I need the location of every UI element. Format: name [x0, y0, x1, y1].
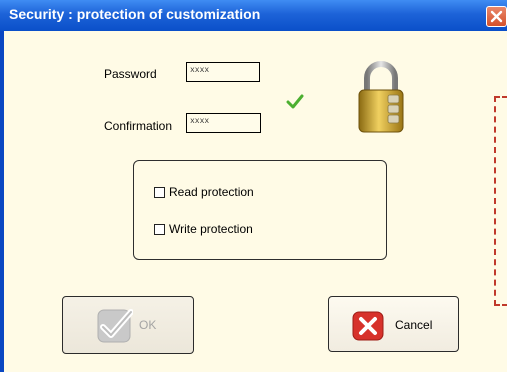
- window-title: Security : protection of customization: [9, 6, 261, 22]
- protection-options-group: Read protection Write protection: [133, 160, 387, 260]
- confirmation-field[interactable]: xxxx: [186, 113, 261, 133]
- cancel-label: Cancel: [395, 318, 433, 332]
- check-icon: [286, 94, 304, 109]
- dashed-panel-border: [494, 96, 507, 306]
- password-label: Password: [104, 67, 157, 81]
- cancel-button[interactable]: Cancel: [328, 296, 459, 352]
- security-dialog: Security : protection of customization P…: [0, 0, 507, 372]
- write-protection-label: Write protection: [169, 222, 253, 236]
- write-protection-option[interactable]: Write protection: [154, 222, 253, 236]
- checkmark-icon: [97, 309, 133, 343]
- read-protection-option[interactable]: Read protection: [154, 185, 254, 199]
- red-x-icon: [352, 311, 384, 341]
- window-border: [0, 31, 4, 372]
- padlock-icon: [358, 61, 404, 133]
- title-bar[interactable]: Security : protection of customization: [0, 0, 507, 31]
- ok-label: OK: [139, 318, 157, 332]
- close-button[interactable]: [486, 6, 507, 27]
- read-protection-label: Read protection: [169, 185, 254, 199]
- confirmation-label: Confirmation: [104, 119, 173, 133]
- read-protection-checkbox[interactable]: [154, 186, 165, 198]
- ok-button[interactable]: OK: [62, 296, 194, 354]
- close-icon: [490, 10, 503, 23]
- write-protection-checkbox[interactable]: [154, 223, 165, 235]
- password-field[interactable]: xxxx: [186, 62, 260, 82]
